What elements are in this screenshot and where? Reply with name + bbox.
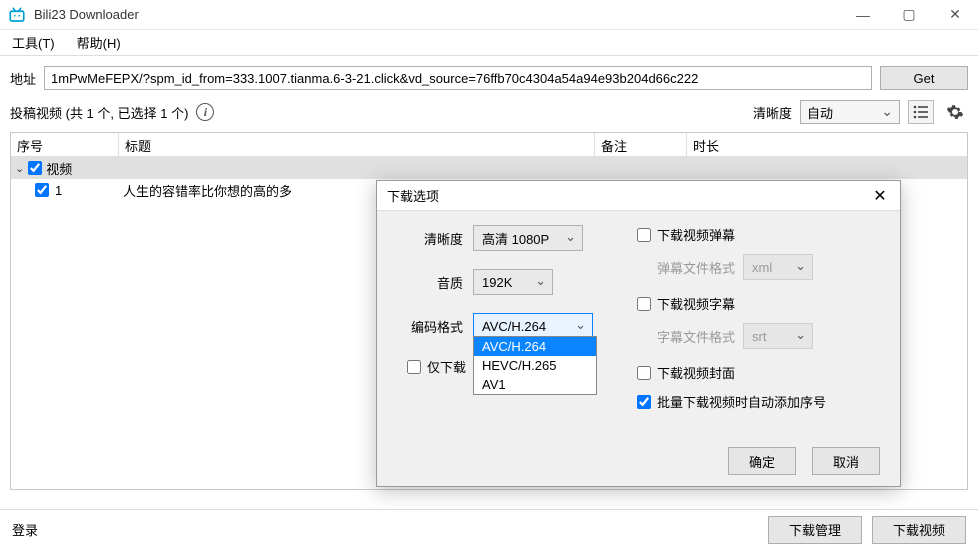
- clarity-label: 清晰度: [753, 103, 792, 122]
- batch-seq-label: 批量下载视频时自动添加序号: [657, 392, 826, 411]
- menubar: 工具(T) 帮助(H): [0, 30, 978, 56]
- only-audio-checkbox[interactable]: [407, 360, 421, 374]
- bottom-bar: 登录 下载管理 下载视频: [0, 509, 978, 549]
- subtitle-fmt-value: srt: [752, 329, 766, 344]
- col-title[interactable]: 标题: [119, 133, 595, 156]
- item-checkbox[interactable]: [35, 183, 49, 197]
- dialog-titlebar: 下载选项 ✕: [377, 181, 900, 211]
- address-input[interactable]: [44, 66, 872, 90]
- col-seq[interactable]: 序号: [11, 133, 119, 156]
- dialog-codec-label: 编码格式: [407, 317, 463, 336]
- address-label: 地址: [10, 69, 36, 88]
- subtitle-checkbox[interactable]: [637, 297, 651, 311]
- minimize-button[interactable]: —: [840, 0, 886, 30]
- download-options-dialog: 下载选项 ✕ 清晰度 高清 1080P 音质 192K 编码格式 AVC/H.2…: [376, 180, 901, 487]
- dialog-footer: 确定 取消: [377, 436, 900, 486]
- address-row: 地址 Get: [0, 56, 978, 96]
- dialog-title: 下载选项: [387, 186, 439, 205]
- video-summary: 投稿视频 (共 1 个, 已选择 1 个): [10, 103, 188, 122]
- dialog-codec-value: AVC/H.264: [482, 319, 546, 334]
- subtitle-fmt-label: 字幕文件格式: [657, 327, 735, 346]
- group-row[interactable]: ⌄ 视频: [11, 157, 967, 179]
- only-audio-label: 仅下载: [427, 357, 466, 376]
- col-note[interactable]: 备注: [595, 133, 687, 156]
- dialog-audio-value: 192K: [482, 275, 512, 290]
- subtitle-label: 下载视频字幕: [657, 294, 735, 313]
- item-title: 人生的容错率比你想的高的多: [123, 181, 292, 200]
- download-video-button[interactable]: 下载视频: [872, 516, 966, 544]
- info-icon[interactable]: i: [196, 103, 214, 121]
- dialog-close-button[interactable]: ✕: [860, 181, 900, 211]
- clarity-combo[interactable]: 自动: [800, 100, 900, 124]
- maximize-button[interactable]: ▢: [886, 0, 932, 30]
- clarity-value: 自动: [807, 103, 833, 122]
- settings-button[interactable]: [942, 100, 968, 124]
- titlebar: Bili23 Downloader — ▢ ✕: [0, 0, 978, 30]
- dialog-clarity-label: 清晰度: [407, 229, 463, 248]
- list-view-button[interactable]: [908, 100, 934, 124]
- list-header: 序号 标题 备注 时长: [11, 133, 967, 157]
- cover-label: 下载视频封面: [657, 363, 735, 382]
- item-seq: 1: [55, 183, 62, 198]
- codec-dropdown-list: AVC/H.264 HEVC/H.265 AV1: [473, 336, 597, 395]
- danmu-fmt-label: 弹幕文件格式: [657, 258, 735, 277]
- group-label: 视频: [46, 159, 72, 178]
- login-link[interactable]: 登录: [12, 520, 38, 539]
- dialog-clarity-value: 高清 1080P: [482, 229, 549, 248]
- menu-tools[interactable]: 工具(T): [6, 31, 61, 54]
- cancel-button[interactable]: 取消: [812, 447, 880, 475]
- ok-button[interactable]: 确定: [728, 447, 796, 475]
- danmu-fmt-value: xml: [752, 260, 772, 275]
- info-row: 投稿视频 (共 1 个, 已选择 1 个) i 清晰度 自动: [0, 96, 978, 132]
- app-icon: [8, 6, 26, 24]
- close-button[interactable]: ✕: [932, 0, 978, 30]
- window-controls: — ▢ ✕: [840, 0, 978, 30]
- download-manage-button[interactable]: 下载管理: [768, 516, 862, 544]
- dialog-body: 清晰度 高清 1080P 音质 192K 编码格式 AVC/H.264 仅下载 …: [377, 211, 900, 436]
- batch-seq-checkbox[interactable]: [637, 395, 651, 409]
- menu-help[interactable]: 帮助(H): [71, 31, 127, 54]
- danmu-label: 下载视频弹幕: [657, 225, 735, 244]
- group-checkbox[interactable]: [28, 161, 42, 175]
- subtitle-fmt-combo: srt: [743, 323, 813, 349]
- app-title: Bili23 Downloader: [34, 7, 139, 22]
- expand-icon[interactable]: ⌄: [15, 162, 24, 175]
- codec-option[interactable]: HEVC/H.265: [474, 356, 596, 375]
- danmu-checkbox[interactable]: [637, 228, 651, 242]
- get-button[interactable]: Get: [880, 66, 968, 90]
- codec-option[interactable]: AV1: [474, 375, 596, 394]
- cover-checkbox[interactable]: [637, 366, 651, 380]
- codec-option[interactable]: AVC/H.264: [474, 337, 596, 356]
- danmu-fmt-combo: xml: [743, 254, 813, 280]
- col-dur[interactable]: 时长: [687, 133, 967, 156]
- dialog-audio-label: 音质: [407, 273, 463, 292]
- dialog-audio-combo[interactable]: 192K: [473, 269, 553, 295]
- dialog-clarity-combo[interactable]: 高清 1080P: [473, 225, 583, 251]
